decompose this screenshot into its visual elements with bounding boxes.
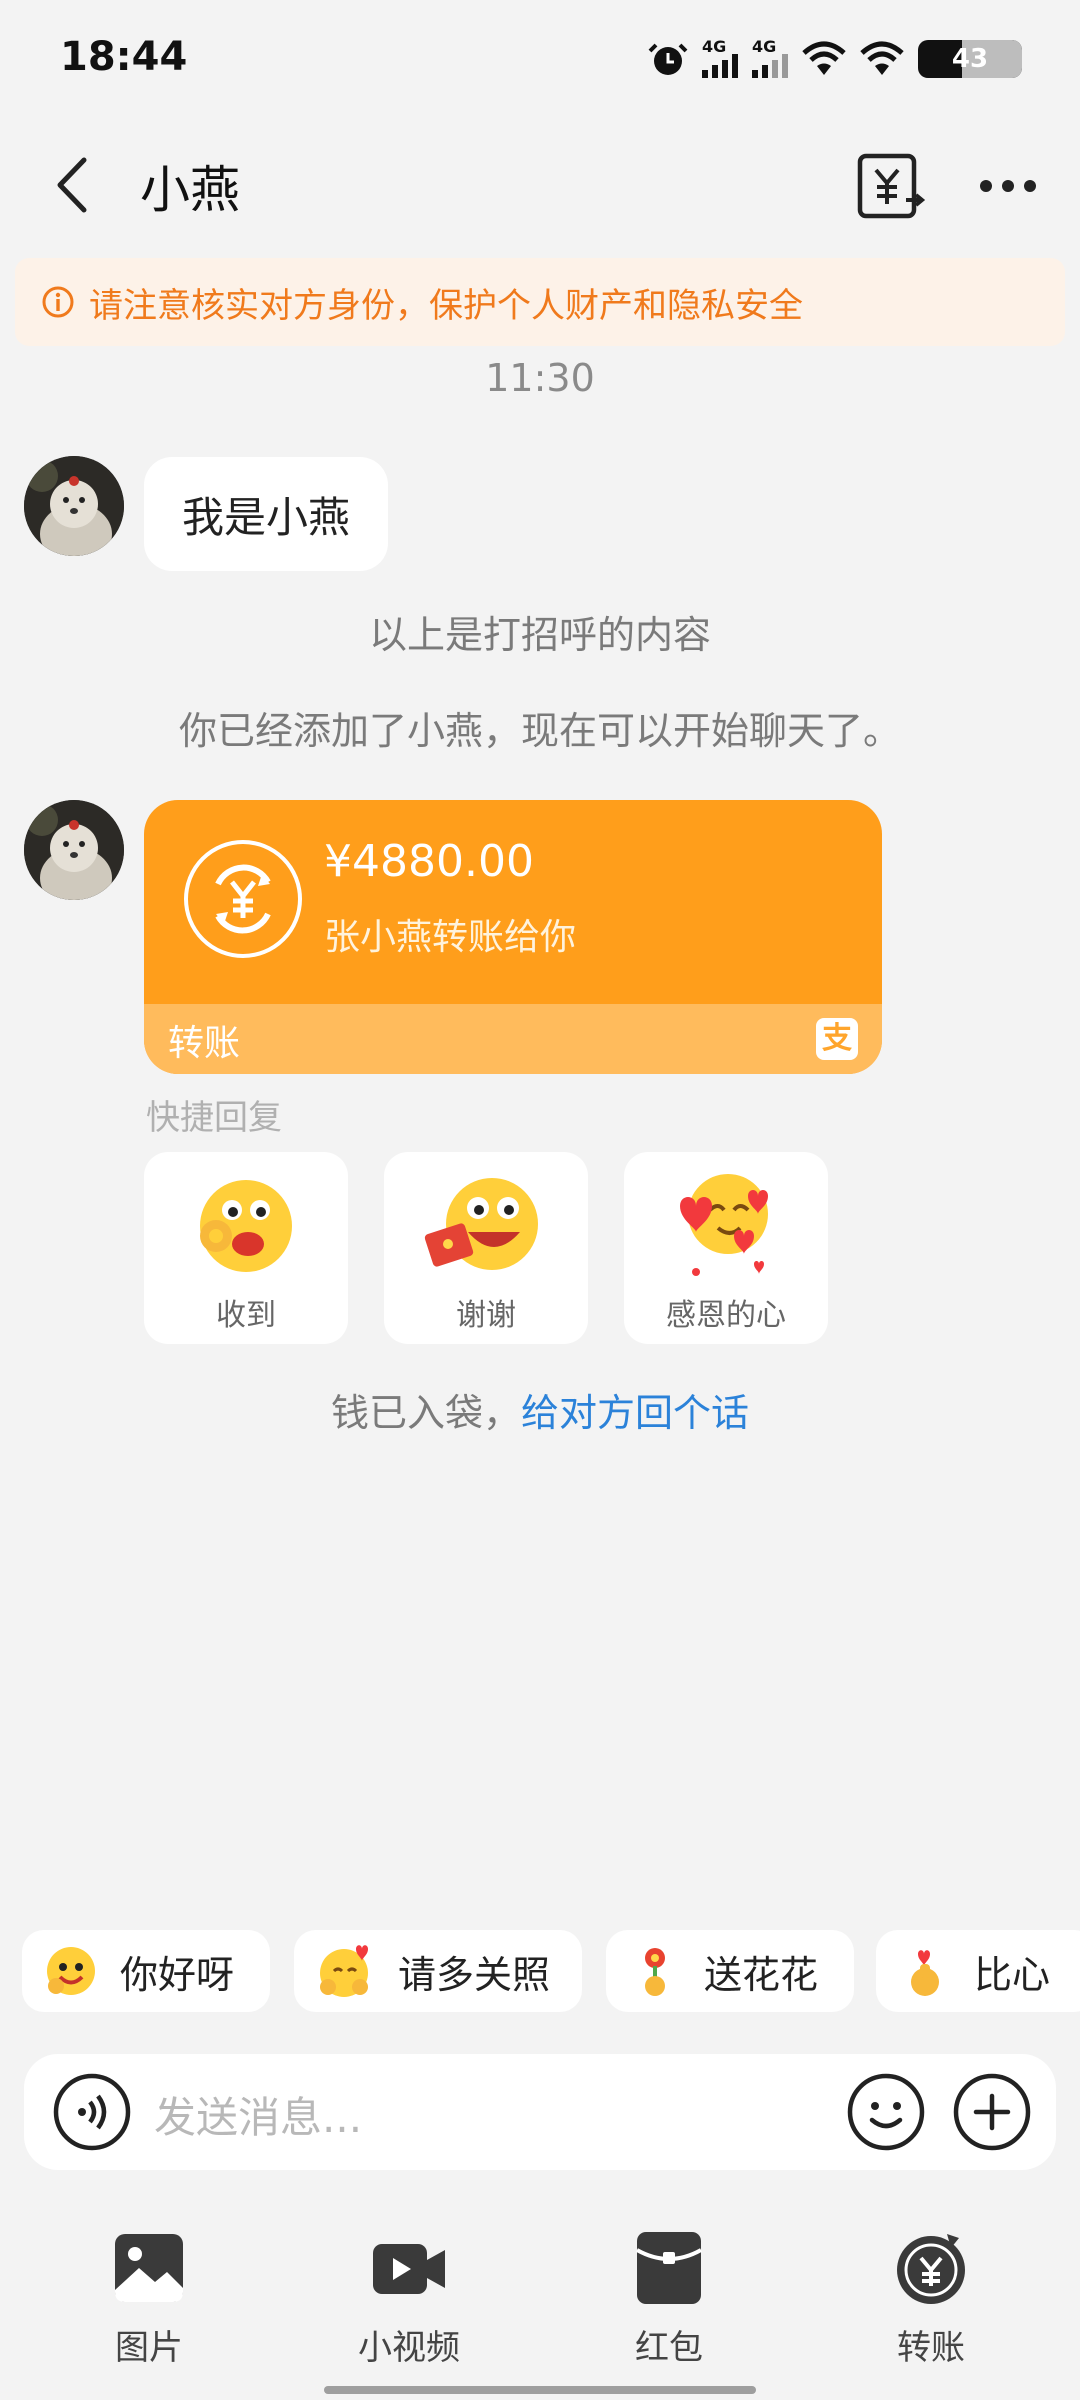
toolbar-transfer-button[interactable]: 转账 [846,2230,1016,2369]
toolbar-label: 红包 [635,2328,703,2368]
received-note-text: 钱已入袋， [330,1391,521,1435]
greeting-message-bubble[interactable]: 我是小燕 [144,457,389,571]
reply-link[interactable]: 给对方回个话 [521,1391,749,1435]
home-indicator[interactable] [324,2386,756,2394]
received-note: 钱已入袋，给对方回个话 [0,1382,1080,1437]
suggestion-chip-hello[interactable]: 你好呀 [22,1930,270,2012]
quick-reply-thanks[interactable]: 谢谢 [384,1152,588,1344]
suggestion-chip-label: 请多关照 [398,1952,551,1997]
back-icon[interactable] [44,150,104,220]
alarm-icon [648,43,688,75]
voice-icon[interactable] [52,2072,132,2152]
wifi-icon [802,41,846,75]
security-warning-banner: 请注意核实对方身份，保护个人财产和隐私安全 [15,258,1065,346]
more-icon[interactable] [972,150,1044,222]
transfer-description: 张小燕转账给你 [324,917,577,958]
quick-reply-grateful[interactable]: 感恩的心 [624,1152,828,1344]
toolbar-red-packet-button[interactable]: 红包 [584,2230,754,2369]
suggestion-chip-label: 你好呀 [120,1952,235,1997]
toolbar-label: 转账 [897,2328,965,2368]
finger-heart-emoji-icon [911,1950,939,1996]
system-note-greeting: 以上是打招呼的内容 [368,613,711,657]
image-icon [115,2234,183,2302]
transfer-icon [897,2234,965,2304]
system-note-added: 你已经添加了小燕，现在可以开始聊天了。 [178,709,901,753]
message-input-bar: 发送消息... [24,2054,1056,2170]
transfer-yuan-icon [184,840,302,958]
wifi-icon-2 [860,41,904,75]
quick-reply-label: 快捷回复 [146,1098,282,1138]
hug-hearts-emoji-icon [320,1945,368,1997]
suggestion-chip-send-flower[interactable]: 送花花 [606,1930,854,2012]
toolbar-photo-button[interactable]: 图片 [64,2230,234,2369]
suggestion-chip-label: 比心 [974,1952,1051,1997]
yuan-transfer-icon[interactable] [854,150,926,222]
flower-emoji-icon [645,1948,665,1996]
avatar[interactable] [24,800,124,900]
smile-emoji-icon [47,1947,95,1995]
suggestion-chip-label: 送花花 [704,1952,819,1997]
message-input[interactable]: 发送消息... [154,2084,362,2145]
transfer-footer-label: 转账 [168,1023,241,1064]
red-packet-icon [636,2232,702,2304]
plus-icon[interactable] [952,2072,1032,2152]
grin-red-packet-emoji-icon [424,1178,538,1270]
hearts-emoji-icon [680,1174,768,1276]
network-label-2: 4G [752,37,777,56]
toolbar-label: 图片 [115,2328,183,2368]
avatar[interactable] [24,456,124,556]
warning-text: 请注意核实对方身份，保护个人财产和隐私安全 [89,285,803,326]
status-time: 18:44 [60,34,188,80]
cell-signal-1: 4G [702,37,738,78]
toolbar-video-button[interactable]: 小视频 [324,2230,494,2369]
page-title: 小燕 [140,161,240,219]
message-timestamp: 11:30 [485,356,595,400]
transfer-footer: 转账 支 [144,1004,882,1074]
suggestion-chip-please-care[interactable]: 请多关照 [294,1930,582,2012]
status-icons: 4G 4G 43 [648,34,1022,84]
cell-signal-2: 4G [752,37,788,78]
ok-hand-emoji-icon [200,1180,292,1272]
quick-reply-label-thanks: 谢谢 [456,1298,516,1333]
suggestion-chip-heart-hand[interactable]: 比心 [876,1930,1080,2012]
quick-reply-received[interactable]: 收到 [144,1152,348,1344]
network-label-1: 4G [702,37,727,56]
info-icon [42,286,74,318]
quick-reply-label-grateful: 感恩的心 [666,1298,786,1333]
toolbar-label: 小视频 [358,2328,460,2368]
quick-reply-label-received: 收到 [216,1298,276,1333]
alipay-logo-icon: 支 [816,1018,858,1060]
transfer-message-card[interactable]: ¥4880.00 张小燕转账给你 转账 支 [144,800,882,1074]
video-icon [373,2244,445,2294]
battery-level: 43 [951,44,989,74]
battery-indicator: 43 [918,40,1022,78]
transfer-amount: ¥4880.00 [324,836,534,887]
emoji-icon[interactable] [846,2072,926,2152]
